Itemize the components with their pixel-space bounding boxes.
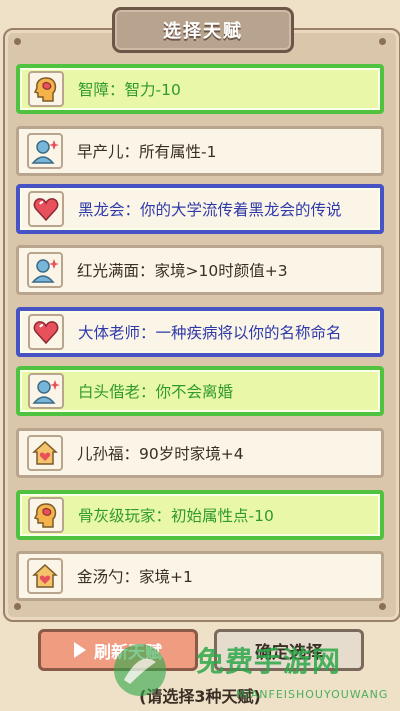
talent-card[interactable]: 早产儿：所有属性-1	[16, 126, 384, 176]
heart-icon	[28, 191, 64, 227]
watermark-logo-icon	[114, 644, 166, 696]
talent-label: 红光满面：家境>10时颜值+3	[77, 262, 288, 280]
house-heart-icon	[27, 435, 63, 471]
title-text: 选择天赋	[163, 21, 243, 42]
rivet	[379, 603, 386, 610]
page-title: 选择天赋	[112, 7, 294, 53]
talent-label: 儿孙福：90岁时家境+4	[77, 445, 244, 463]
head-brain-icon	[28, 71, 64, 107]
rivet	[14, 38, 21, 45]
play-icon	[74, 642, 86, 658]
talent-card[interactable]: 智障：智力-10	[16, 64, 384, 114]
rivet	[379, 38, 386, 45]
heart-icon	[28, 314, 64, 350]
talent-card[interactable]: 黑龙会：你的大学流传着黑龙会的传说	[16, 184, 384, 234]
person-sparkle-icon	[27, 252, 63, 288]
person-sparkle-icon	[27, 133, 63, 169]
watermark-text: 免费手游网	[196, 645, 342, 678]
talent-card[interactable]: 白头偕老：你不会离婚	[16, 366, 384, 416]
talent-label: 骨灰级玩家：初始属性点-10	[78, 507, 274, 525]
talent-card[interactable]: 骨灰级玩家：初始属性点-10	[16, 490, 384, 540]
talent-label: 智障：智力-10	[78, 81, 181, 99]
house-heart-icon	[27, 558, 63, 594]
talent-card[interactable]: 儿孙福：90岁时家境+4	[16, 428, 384, 478]
watermark-subtext: MIANFEISHOUYOUWANG	[236, 688, 389, 701]
person-sparkle-icon	[28, 373, 64, 409]
talent-label: 大体老师：一种疾病将以你的名称命名	[78, 324, 342, 342]
rivet	[14, 603, 21, 610]
talent-card[interactable]: 大体老师：一种疾病将以你的名称命名	[16, 307, 384, 357]
talent-card[interactable]: 金汤勺：家境+1	[16, 551, 384, 601]
head-brain-icon	[28, 497, 64, 533]
talent-label: 金汤勺：家境+1	[77, 568, 193, 586]
talent-label: 早产儿：所有属性-1	[77, 143, 217, 161]
talent-label: 白头偕老：你不会离婚	[78, 383, 234, 401]
talent-card[interactable]: 红光满面：家境>10时颜值+3	[16, 245, 384, 295]
talent-label: 黑龙会：你的大学流传着黑龙会的传说	[78, 201, 342, 219]
